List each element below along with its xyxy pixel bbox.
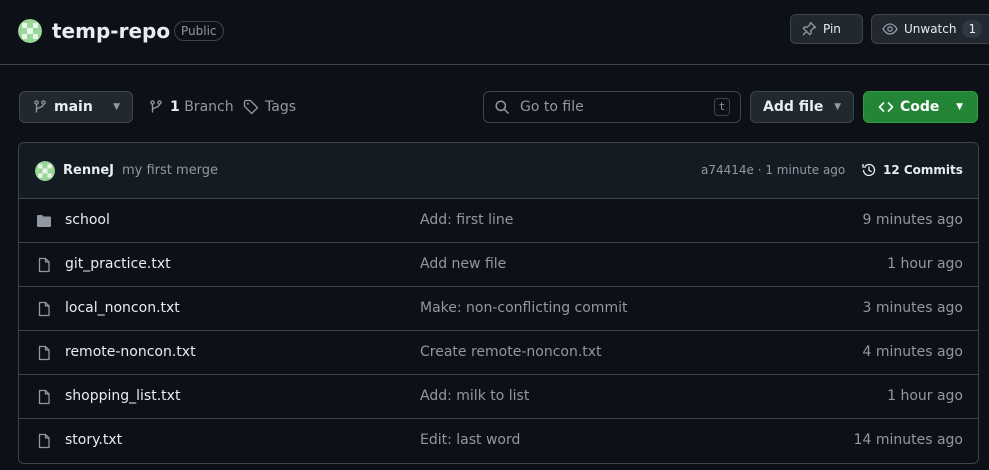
latest-commit-bar: RenneJ my first merge a74414e · 1 minute…: [19, 143, 978, 199]
go-to-file-placeholder: Go to file: [520, 99, 584, 115]
file-updated-time: 9 minutes ago: [862, 212, 963, 228]
repo-owner-avatar[interactable]: [18, 19, 42, 43]
file-row: school Add: first line 9 minutes ago: [19, 199, 978, 243]
file-updated-time: 4 minutes ago: [862, 344, 963, 360]
code-icon: [878, 99, 894, 115]
file-row: local_noncon.txt Make: non-conflicting co…: [19, 287, 978, 331]
pin-label: Pin: [823, 22, 841, 36]
file-icon: [36, 389, 52, 405]
eye-icon: [882, 21, 898, 37]
file-row: story.txt Edit: last word 14 minutes ago: [19, 419, 978, 463]
history-icon: [861, 162, 877, 178]
tags-link[interactable]: Tags: [243, 91, 296, 123]
folder-icon: [36, 213, 52, 229]
file-icon: [36, 433, 52, 449]
add-file-label: Add file: [763, 99, 824, 115]
search-icon: [494, 99, 510, 115]
chevron-down-icon: ▼: [956, 102, 963, 112]
tags-label: Tags: [265, 99, 296, 115]
file-name-link[interactable]: git_practice.txt: [65, 256, 171, 272]
file-commit-message-link[interactable]: Make: non-conflicting commit: [420, 300, 627, 316]
tag-icon: [243, 99, 259, 115]
commit-message[interactable]: my first merge: [122, 163, 218, 178]
repo-name[interactable]: temp-repo: [52, 18, 170, 44]
commits-label: 12 Commits: [883, 163, 963, 177]
commits-history-link[interactable]: 12 Commits: [861, 162, 963, 178]
file-name-link[interactable]: shopping_list.txt: [65, 388, 180, 404]
branch-count: 1: [170, 99, 180, 115]
pin-icon: [801, 21, 817, 37]
file-row: git_practice.txt Add new file 1 hour ago: [19, 243, 978, 287]
chevron-down-icon: ▼: [113, 102, 120, 112]
go-to-file-input[interactable]: Go to file t: [483, 91, 741, 123]
code-label: Code: [900, 99, 940, 115]
file-commit-message-link[interactable]: Edit: last word: [420, 432, 520, 448]
pin-button[interactable]: Pin: [790, 14, 863, 44]
file-icon: [36, 257, 52, 273]
unwatch-button[interactable]: Unwatch 1: [871, 14, 989, 44]
unwatch-label: Unwatch: [904, 22, 957, 36]
file-name-link[interactable]: school: [65, 212, 110, 228]
shortcut-key: t: [714, 98, 730, 116]
branch-icon: [148, 99, 164, 115]
branch-label: Branch: [184, 99, 234, 115]
file-updated-time: 3 minutes ago: [862, 300, 963, 316]
commit-author-avatar[interactable]: [35, 160, 55, 181]
file-table: RenneJ my first merge a74414e · 1 minute…: [18, 142, 979, 464]
file-commit-message-link[interactable]: Add: milk to list: [420, 388, 529, 404]
file-updated-time: 1 hour ago: [887, 388, 963, 404]
watch-count: 1: [962, 20, 983, 38]
file-name-link[interactable]: local_noncon.txt: [65, 300, 180, 316]
add-file-button[interactable]: Add file ▼: [750, 91, 854, 123]
commit-meta[interactable]: a74414e · 1 minute ago: [701, 163, 845, 177]
file-list: school Add: first line 9 minutes ago git_pr…: [19, 199, 978, 463]
branch-select-button[interactable]: main ▼: [19, 91, 133, 123]
commit-author[interactable]: RenneJ: [63, 163, 114, 178]
code-button[interactable]: Code ▼: [863, 91, 978, 123]
file-commit-message-link[interactable]: Add new file: [420, 256, 506, 272]
file-updated-time: 1 hour ago: [887, 256, 963, 272]
file-commit-message-link[interactable]: Add: first line: [420, 212, 513, 228]
file-updated-time: 14 minutes ago: [853, 432, 963, 448]
header-divider: [0, 64, 989, 65]
file-row: remote-noncon.txt Create remote-noncon.tx…: [19, 331, 978, 375]
branch-name: main: [54, 99, 93, 115]
branch-icon: [32, 99, 48, 115]
file-icon: [36, 301, 52, 317]
file-row: shopping_list.txt Add: milk to list 1 hour…: [19, 375, 978, 419]
chevron-down-icon: ▼: [834, 102, 841, 112]
file-name-link[interactable]: remote-noncon.txt: [65, 344, 196, 360]
visibility-badge: Public: [174, 21, 224, 41]
branches-link[interactable]: 1 Branch: [148, 91, 234, 123]
file-icon: [36, 345, 52, 361]
file-name-link[interactable]: story.txt: [65, 432, 122, 448]
file-commit-message-link[interactable]: Create remote-noncon.txt: [420, 344, 602, 360]
